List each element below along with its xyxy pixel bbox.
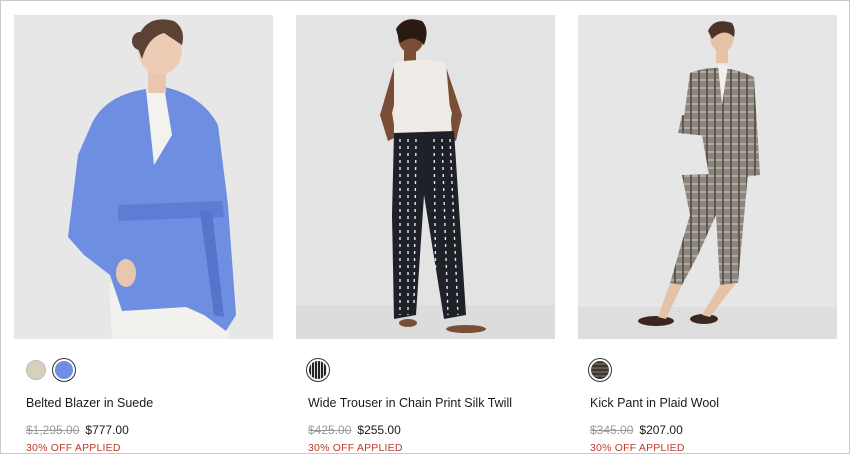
product-price: $345.00 $207.00 — [590, 423, 683, 437]
sale-price: $207.00 — [639, 423, 683, 437]
color-swatches — [578, 358, 612, 384]
original-price: $425.00 — [308, 423, 352, 437]
color-swatches — [296, 358, 330, 384]
swatch-plaid-icon[interactable] — [588, 358, 612, 382]
product-name[interactable]: Belted Blazer in Suede — [26, 396, 153, 410]
product-card[interactable]: Wide Trouser in Chain Print Silk Twill $… — [296, 15, 555, 453]
product-price: $1,295.00 $777.00 — [26, 423, 129, 437]
color-swatches — [14, 358, 76, 384]
product-grid: Belted Blazer in Suede $1,295.00 $777.00 … — [0, 0, 850, 454]
original-price: $1,295.00 — [26, 423, 80, 437]
product-image[interactable] — [296, 15, 555, 339]
product-name[interactable]: Wide Trouser in Chain Print Silk Twill — [308, 396, 512, 410]
product-card[interactable]: Belted Blazer in Suede $1,295.00 $777.00 … — [14, 15, 273, 453]
promo-label: 30% OFF APPLIED — [308, 442, 403, 454]
sale-price: $255.00 — [357, 423, 401, 437]
product-image[interactable] — [578, 15, 837, 339]
swatch-black-stripe-icon[interactable] — [306, 358, 330, 382]
product-price: $425.00 $255.00 — [308, 423, 401, 437]
swatch-cream-icon[interactable] — [26, 360, 46, 380]
swatch-blue-icon[interactable] — [52, 358, 76, 382]
promo-label: 30% OFF APPLIED — [590, 442, 685, 454]
product-card[interactable]: Kick Pant in Plaid Wool $345.00 $207.00 3… — [578, 15, 837, 453]
original-price: $345.00 — [590, 423, 634, 437]
promo-label: 30% OFF APPLIED — [26, 442, 121, 454]
product-name[interactable]: Kick Pant in Plaid Wool — [590, 396, 719, 410]
product-image[interactable] — [14, 15, 273, 339]
sale-price: $777.00 — [85, 423, 129, 437]
